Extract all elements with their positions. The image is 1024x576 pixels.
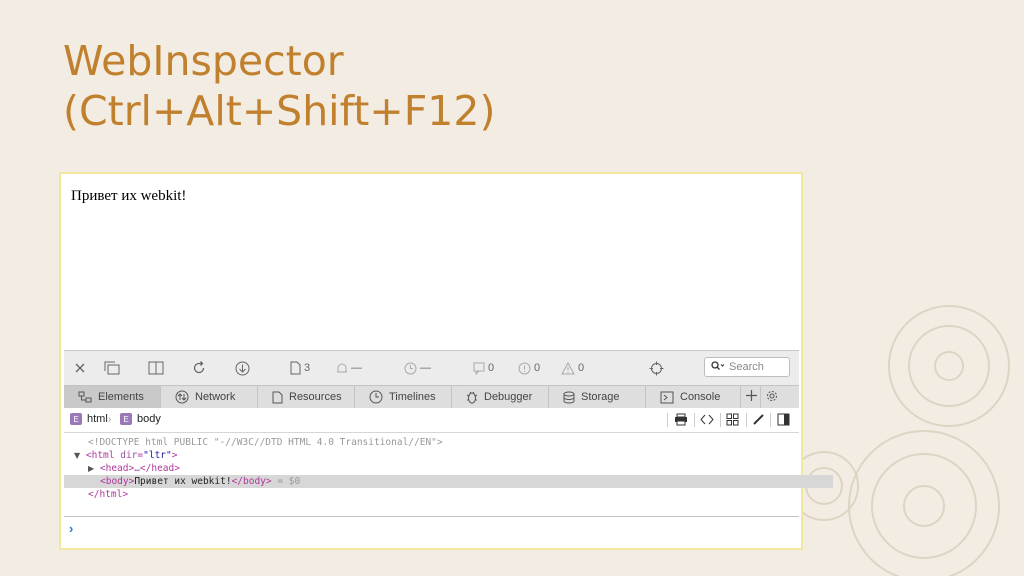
reload-icon[interactable]	[192, 360, 206, 376]
timeline-counter[interactable]: —	[404, 360, 431, 376]
page-content-text: Привет их webkit!	[71, 188, 187, 204]
tab-resources[interactable]: Resources	[258, 386, 355, 408]
element-badge-icon: E	[120, 413, 132, 425]
html-attr-value: "ltr"	[143, 450, 172, 461]
error-icon	[518, 362, 531, 375]
code-icon[interactable]	[700, 413, 714, 426]
elements-icon	[78, 391, 92, 403]
tab-debugger-label: Debugger	[484, 391, 533, 403]
debugger-icon	[466, 390, 478, 404]
storage-icon	[563, 391, 575, 404]
tab-storage-label: Storage	[581, 391, 620, 403]
print-icon[interactable]	[674, 413, 688, 426]
message-icon	[473, 362, 485, 375]
body-open-tag: <body>	[100, 476, 135, 487]
gears-decoration	[789, 305, 1010, 576]
warnings-dash: —	[351, 362, 362, 374]
divider	[694, 413, 695, 427]
sidebar-toggle-icon[interactable]	[777, 413, 790, 426]
split-icon[interactable]	[148, 360, 164, 376]
breadcrumb-body-label: body	[137, 413, 161, 425]
dock-icon[interactable]	[104, 360, 120, 376]
bell-icon	[336, 362, 348, 375]
html-attr-name: dir	[120, 450, 138, 461]
search-icon	[711, 360, 725, 374]
tab-timelines-label: Timelines	[389, 391, 436, 403]
errors-count: 0	[534, 362, 541, 374]
logs-counter[interactable]: 0	[473, 360, 494, 376]
body-line-selected[interactable]: <body>Привет их webkit!</body> = $0	[64, 475, 833, 488]
network-icon	[175, 390, 189, 404]
head-line[interactable]: ▶ <head>…</head>	[64, 462, 821, 475]
resources-counter[interactable]: 3	[290, 360, 310, 376]
inspector-toolbar: 3 — — 0 0 0 Search	[64, 350, 799, 385]
tab-debugger[interactable]: Debugger	[452, 386, 549, 408]
grid-icon[interactable]	[726, 413, 739, 426]
logs-count: 0	[488, 362, 495, 374]
tab-console-label: Console	[680, 391, 721, 403]
slide-title-line1: WebInspector	[63, 37, 344, 85]
divider	[770, 413, 771, 427]
html-close-line[interactable]: </html>	[64, 488, 821, 501]
inspector-screenshot: Привет их webkit! 3 — — 0 0 0 Search Ele…	[59, 172, 833, 550]
tab-console[interactable]: Console	[646, 386, 741, 408]
errors-counter[interactable]: 0	[518, 360, 540, 376]
console-divider	[64, 516, 799, 517]
search-placeholder: Search	[729, 361, 764, 373]
clock-icon	[404, 362, 417, 375]
html-open-line[interactable]: ▼ <html dir="ltr">	[64, 449, 807, 462]
timeline-dash: —	[420, 362, 431, 374]
timelines-icon	[369, 390, 383, 404]
warnings-counter[interactable]: —	[336, 360, 362, 376]
expanded-triangle-icon[interactable]: ▼	[74, 451, 80, 460]
html-close-tag: </html>	[88, 489, 129, 500]
body-text: Привет их webkit!	[134, 476, 232, 487]
breadcrumb-item-html[interactable]: E html	[70, 413, 108, 425]
resources-count: 3	[304, 362, 311, 374]
body-close-tag: </body>	[231, 476, 272, 487]
target-icon[interactable]	[649, 360, 664, 376]
tab-resources-label: Resources	[289, 391, 342, 403]
breadcrumb-html-label: html	[87, 413, 108, 425]
tab-elements-label: Elements	[98, 391, 144, 403]
gear-icon	[766, 390, 778, 405]
tab-elements[interactable]: Elements	[64, 386, 161, 408]
selected-node-ref: = $0	[277, 476, 301, 487]
pencil-icon[interactable]	[752, 413, 765, 426]
download-icon[interactable]	[235, 360, 250, 376]
issues-count: 0	[578, 362, 585, 374]
element-badge-icon: E	[70, 413, 82, 425]
collapsed-triangle-icon[interactable]: ▶	[88, 464, 94, 473]
warning-icon	[561, 361, 575, 375]
dom-tree: <!DOCTYPE html PUBLIC "-//W3C//DTD HTML …	[64, 436, 833, 516]
breadcrumb-chevron-icon: ›	[108, 414, 112, 425]
settings-button[interactable]	[761, 386, 781, 408]
search-input[interactable]: Search	[704, 357, 790, 377]
resources-icon	[272, 391, 283, 404]
plus-icon	[746, 390, 757, 404]
tab-network-label: Network	[195, 391, 236, 403]
breadcrumb-item-body[interactable]: E body	[120, 413, 161, 425]
tab-timelines[interactable]: Timelines	[355, 386, 452, 408]
tab-storage[interactable]: Storage	[549, 386, 646, 408]
doctype-text: <!DOCTYPE html PUBLIC "-//W3C//DTD HTML …	[88, 437, 443, 448]
slide-title: WebInspector (Ctrl+Alt+Shift+F12)	[63, 36, 495, 136]
slide-title-line2: (Ctrl+Alt+Shift+F12)	[63, 87, 496, 135]
issues-counter[interactable]: 0	[561, 360, 584, 376]
head-tag: <head>…</head>	[99, 463, 180, 474]
document-icon	[290, 361, 301, 375]
close-icon[interactable]	[74, 360, 86, 376]
console-icon	[660, 391, 674, 404]
breadcrumb: E html › E body	[64, 408, 799, 433]
add-tab-button[interactable]	[741, 386, 761, 408]
doctype-line[interactable]: <!DOCTYPE html PUBLIC "-//W3C//DTD HTML …	[64, 436, 821, 449]
inspector-tabs: Elements Network Resources Timelines Deb…	[64, 385, 799, 409]
divider	[720, 413, 721, 427]
html-open-tag: <html	[85, 450, 115, 461]
divider	[667, 413, 668, 427]
divider	[746, 413, 747, 427]
tab-network[interactable]: Network	[161, 386, 258, 408]
console-prompt[interactable]: ›	[69, 521, 73, 536]
